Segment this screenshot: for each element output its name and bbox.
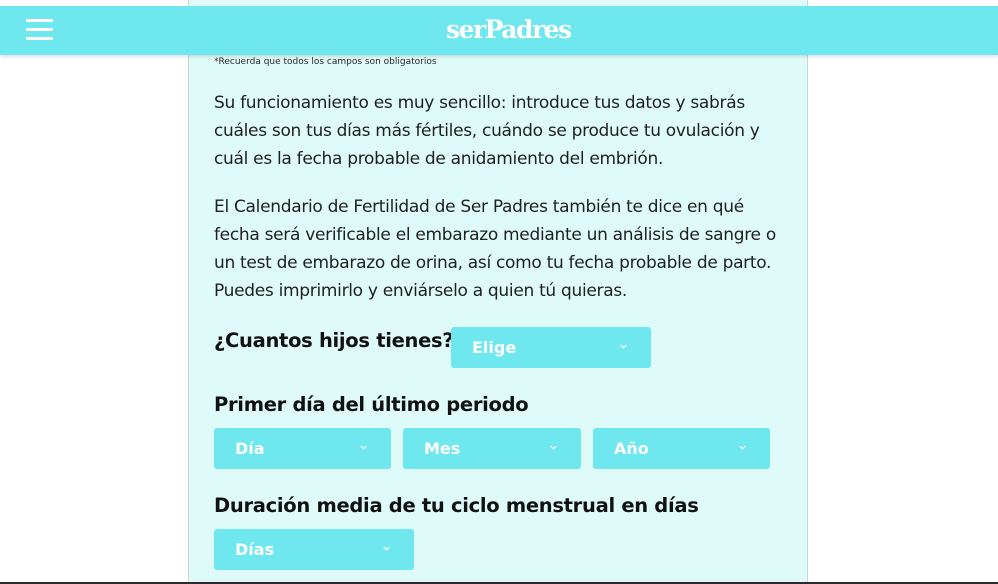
menu-bar <box>26 28 53 31</box>
intro-paragraph: Su funcionamiento es muy sencillo: intro… <box>214 93 760 169</box>
chevron-down-icon <box>383 546 390 551</box>
children-select[interactable]: Elige <box>451 327 651 368</box>
site-header: serPadres <box>0 6 998 55</box>
detail-paragraph: El Calendario de Fertilidad de Ser Padre… <box>214 197 776 301</box>
chevron-down-icon <box>620 344 627 349</box>
cycle-days-select-value: Días <box>235 540 275 559</box>
required-fields-note: *Recuerda que todos los campos son oblig… <box>214 57 437 67</box>
year-select-value: Año <box>614 439 649 458</box>
menu-bar <box>26 19 53 22</box>
day-select-value: Día <box>235 439 265 458</box>
children-question-label: ¿Cuantos hijos tienes? <box>214 329 454 352</box>
hamburger-menu-icon[interactable] <box>26 17 53 41</box>
serpadres-logo[interactable]: serPadres <box>446 15 572 45</box>
cycle-question-label: Duración media de tu ciclo menstrual en … <box>214 494 699 517</box>
menu-bar <box>26 37 53 40</box>
children-select-value: Elige <box>472 338 517 357</box>
cycle-days-select[interactable]: Días <box>214 529 414 570</box>
year-select[interactable]: Año <box>593 428 770 469</box>
day-select[interactable]: Día <box>214 428 391 469</box>
chevron-down-icon <box>550 445 557 450</box>
chevron-down-icon <box>739 445 746 450</box>
period-question-label: Primer día del último periodo <box>214 393 529 416</box>
chevron-down-icon <box>360 445 367 450</box>
month-select[interactable]: Mes <box>403 428 581 469</box>
month-select-value: Mes <box>424 439 461 458</box>
